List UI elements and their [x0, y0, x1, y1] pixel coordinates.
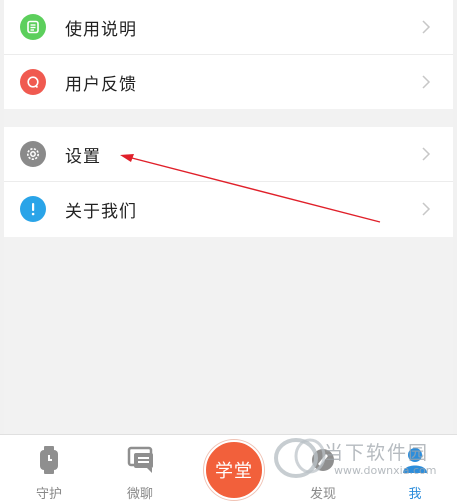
menu-item-feedback[interactable]: 用户反馈: [4, 55, 453, 109]
manual-icon: [20, 14, 46, 40]
menu-item-label: 设置: [65, 146, 101, 167]
discover-icon: [312, 449, 334, 471]
tab-guard[interactable]: 守护: [14, 435, 84, 503]
tab-label: 微聊: [126, 487, 153, 502]
menu-item-label: 关于我们: [65, 201, 137, 222]
tab-label: 我: [408, 487, 422, 502]
menu-item-label: 使用说明: [65, 19, 137, 40]
tab-discover[interactable]: 发现: [288, 435, 358, 503]
chevron-right-icon: [422, 20, 431, 34]
section-gap: [4, 109, 453, 127]
info-icon: [20, 196, 46, 222]
chevron-right-icon: [422, 75, 431, 89]
watch-icon: [40, 446, 58, 474]
menu-item-label: 用户反馈: [65, 74, 137, 95]
school-label: 学堂: [215, 461, 253, 482]
school-button[interactable]: 学堂: [204, 440, 264, 500]
menu-item-settings[interactable]: 设置: [4, 127, 453, 181]
settings-icon: [20, 141, 46, 167]
chevron-right-icon: [422, 202, 431, 216]
tab-label: 发现: [309, 487, 336, 502]
profile-icon: [403, 448, 427, 473]
menu-item-about[interactable]: 关于我们: [4, 182, 453, 236]
tab-me[interactable]: 我: [380, 435, 450, 503]
feedback-icon: [20, 69, 46, 95]
menu-item-manual[interactable]: 使用说明: [4, 0, 453, 54]
chat-icon: [127, 446, 153, 473]
chevron-right-icon: [422, 147, 431, 161]
tab-label: 守护: [35, 487, 62, 502]
empty-content-area: [4, 237, 453, 434]
tab-chat[interactable]: 微聊: [105, 435, 175, 503]
right-edge: [453, 0, 457, 502]
